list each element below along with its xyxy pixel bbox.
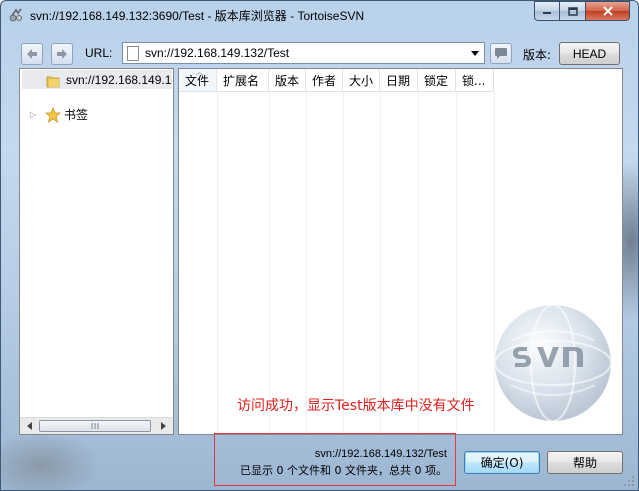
title-bar: svn://192.168.149.132:3690/Test - 版本库浏览器… xyxy=(1,1,638,29)
column-divider xyxy=(269,92,270,434)
ok-button[interactable]: 确定(O) xyxy=(464,451,540,474)
scrollbar-thumb[interactable] xyxy=(39,420,151,432)
minimize-icon xyxy=(543,12,551,14)
minimize-button[interactable] xyxy=(534,1,560,21)
column-header-lock[interactable]: 锁定 xyxy=(418,69,456,92)
column-divider xyxy=(343,92,344,434)
column-header-file[interactable]: ︿ 文件 xyxy=(179,69,217,92)
status-summary: 已显示 0 个文件和 0 文件夹，总共 0 项。 xyxy=(240,464,447,477)
scroll-left-icon[interactable] xyxy=(21,418,38,434)
revision-button[interactable]: HEAD xyxy=(559,42,620,65)
caption-buttons xyxy=(534,1,630,21)
back-icon xyxy=(27,49,37,59)
resize-grip-icon[interactable] xyxy=(623,475,635,487)
help-button[interactable]: 帮助 xyxy=(547,451,623,474)
url-input[interactable]: svn://192.168.149.132/Test xyxy=(145,46,289,60)
column-header-extension[interactable]: 扩展名 xyxy=(217,69,269,92)
maximize-icon xyxy=(567,6,578,16)
comment-button[interactable] xyxy=(490,43,512,64)
tree-item-label: svn://192.168.149.132/Test xyxy=(66,72,172,87)
column-divider xyxy=(217,92,218,434)
status-path: svn://192.168.149.132/Test xyxy=(314,448,447,460)
forward-button[interactable] xyxy=(51,43,73,65)
url-combobox[interactable]: svn://192.168.149.132/Test xyxy=(122,42,485,64)
app-icon xyxy=(8,7,24,23)
scroll-right-icon[interactable] xyxy=(155,418,172,434)
star-icon xyxy=(44,106,62,123)
document-icon xyxy=(127,45,139,61)
tree-item-label: 书签 xyxy=(64,108,89,122)
comment-bubble-icon xyxy=(495,48,507,59)
column-divider xyxy=(456,92,457,434)
sort-indicator-icon: ︿ xyxy=(196,68,203,76)
tree-item-repository[interactable]: svn://192.168.149.132/Test xyxy=(22,70,172,89)
close-button[interactable] xyxy=(586,1,630,21)
list-header: ︿ 文件 扩展名 版本 作者 大小 日期 锁定 锁... xyxy=(179,69,494,92)
expand-arrow-icon[interactable]: ▷ xyxy=(28,110,38,120)
folder-icon xyxy=(46,74,60,87)
revision-label: 版本: xyxy=(523,48,552,62)
column-header-date[interactable]: 日期 xyxy=(380,69,418,92)
svn-logo-icon xyxy=(491,301,616,426)
forward-icon xyxy=(57,49,67,59)
status-highlight-box: svn://192.168.149.132/Test 已显示 0 个文件和 0 … xyxy=(214,433,456,486)
dropdown-arrow-icon[interactable] xyxy=(468,46,482,60)
maximize-button[interactable] xyxy=(560,1,586,21)
column-divider xyxy=(380,92,381,434)
repo-browser-window: svn://192.168.149.132:3690/Test - 版本库浏览器… xyxy=(0,0,639,491)
url-label: URL: xyxy=(85,46,113,60)
back-button[interactable] xyxy=(21,43,43,65)
background-decoration xyxy=(1,431,101,490)
window-title: svn://192.168.149.132:3690/Test - 版本库浏览器… xyxy=(30,9,365,23)
tree-item-bookmarks[interactable]: ▷ 书签 xyxy=(28,106,88,123)
column-divider xyxy=(306,92,307,434)
annotation-text: 访问成功，显示Test版本库中没有文件 xyxy=(237,398,475,414)
column-header-revision[interactable]: 版本 xyxy=(269,69,306,92)
column-header-author[interactable]: 作者 xyxy=(306,69,343,92)
column-divider xyxy=(418,92,419,434)
horizontal-scrollbar[interactable] xyxy=(20,417,173,434)
toolbar: URL: svn://192.168.149.132/Test 版本: HEAD xyxy=(19,41,623,67)
repository-tree[interactable]: svn://192.168.149.132/Test ▷ 书签 xyxy=(19,68,174,435)
column-header-lock-comment[interactable]: 锁... xyxy=(456,69,494,92)
close-icon xyxy=(602,6,613,16)
column-header-size[interactable]: 大小 xyxy=(343,69,380,92)
